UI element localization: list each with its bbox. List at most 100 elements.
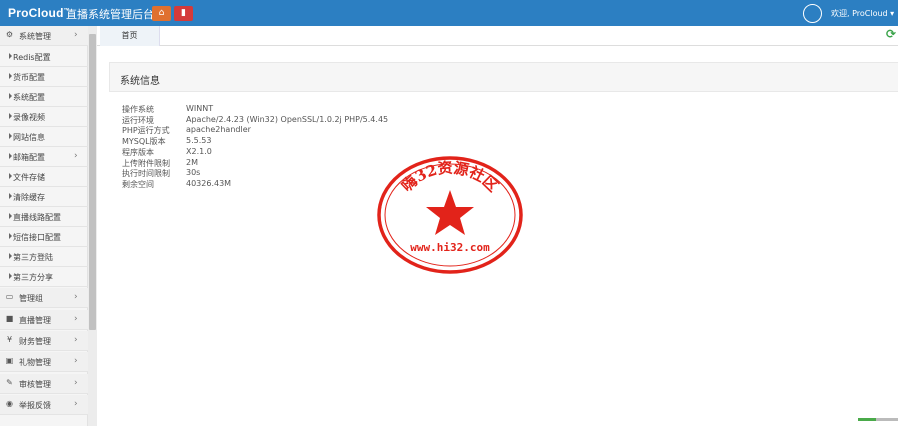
sidebar-item[interactable]: ■ 直播管理 › <box>0 310 88 330</box>
panel-header: 系统信息 <box>109 62 898 92</box>
sidebar-item-label: 举报反馈 <box>19 401 51 410</box>
sidebar-item-label: 网站信息 <box>13 133 45 142</box>
sidebar-item-label: 短信接口配置 <box>13 233 61 242</box>
chevron-right-icon: › <box>74 378 78 388</box>
sidebar-item-label: 直播线路配置 <box>13 213 61 222</box>
chevron-right-icon: › <box>74 335 78 345</box>
sidebar-scrollbar[interactable] <box>88 26 97 426</box>
sidebar-item[interactable]: 货币配置 <box>0 67 88 87</box>
sidebar-item[interactable]: 短信接口配置 <box>0 227 88 247</box>
info-value: apache2handler <box>186 125 251 135</box>
sidebar-item-label: 礼物管理 <box>19 358 51 367</box>
caret-right-icon <box>9 233 12 239</box>
caret-right-icon <box>9 133 12 139</box>
sidebar-item-label: 第三方分享 <box>13 273 53 282</box>
sidebar-item[interactable]: ▣ 礼物管理 › <box>0 352 88 372</box>
info-key: PHP运行方式 <box>122 126 170 136</box>
gift-icon: ▣ <box>5 356 14 365</box>
caret-right-icon <box>9 173 12 179</box>
comments-icon: ◉ <box>6 399 13 408</box>
cogs-icon: ⚙ <box>5 30 14 39</box>
sidebar-item-label: 管理组 <box>19 294 43 303</box>
caret-right-icon <box>9 213 12 219</box>
sidebar-item[interactable]: 第三方登陆 <box>0 247 88 267</box>
chevron-right-icon: › <box>74 399 78 409</box>
caret-right-icon <box>9 53 12 59</box>
info-key: 剩余空间 <box>122 179 154 189</box>
edit-icon: ✎ <box>6 378 13 387</box>
yen-icon: ¥ <box>6 335 13 344</box>
sidebar-item[interactable]: ▭ 管理组 › <box>0 288 88 308</box>
info-key: MYSQL版本 <box>122 137 166 147</box>
sidebar-item-label: 邮箱配置 <box>13 153 45 162</box>
avatar[interactable] <box>803 4 822 23</box>
sidebar-item[interactable]: 直播线路配置 <box>0 207 88 227</box>
refresh-icon[interactable]: ⟳ <box>886 27 898 41</box>
info-key: 执行时间限制 <box>122 169 170 179</box>
chevron-right-icon: › <box>74 151 78 161</box>
sidebar-item[interactable]: 录像视频 <box>0 107 88 127</box>
tab-bar: 首页 <box>97 26 898 46</box>
sidebar-item[interactable]: ◉ 举报反馈 › <box>0 395 88 415</box>
sidebar-item[interactable]: ⚙ 系统管理 › <box>0 26 88 46</box>
caret-right-icon <box>9 93 12 99</box>
caret-right-icon <box>9 253 12 259</box>
info-value: 2M <box>186 157 198 167</box>
trash-icon: ▮ <box>181 8 186 18</box>
home-button[interactable]: ⌂ <box>152 6 171 21</box>
caret-right-icon <box>9 153 12 159</box>
info-key: 上传附件限制 <box>122 158 170 168</box>
caret-right-icon <box>9 113 12 119</box>
chevron-right-icon: › <box>74 356 78 366</box>
sidebar-item[interactable]: 系统配置 <box>0 87 88 107</box>
info-key: 程序版本 <box>122 147 154 157</box>
info-value: X2.1.0 <box>186 146 212 156</box>
clear-button[interactable]: ▮ <box>174 6 193 21</box>
watermark-stamp: 嗨32资源社区 www.hi32.com <box>377 156 523 274</box>
info-key: 操作系统 <box>122 105 154 114</box>
brand-logo[interactable]: ProCloud™ <box>8 6 70 20</box>
sidebar-item-label: 货币配置 <box>13 73 45 82</box>
user-menu[interactable]: 欢迎, ProCloud ▾ <box>831 8 894 19</box>
video-icon: ■ <box>5 314 14 323</box>
status-indicator-track <box>876 418 898 421</box>
info-value: 30s <box>186 168 201 178</box>
info-value: 5.5.53 <box>186 136 212 146</box>
app-subtitle: 直播系统管理后台 <box>66 8 154 21</box>
info-value: Apache/2.4.23 (Win32) OpenSSL/1.0.2j PHP… <box>186 114 389 124</box>
chevron-right-icon: › <box>74 30 78 40</box>
desktop-icon: ▭ <box>5 292 14 301</box>
sidebar-item-label: 第三方登陆 <box>13 253 53 262</box>
info-value: 40326.43M <box>186 178 232 188</box>
info-value: WINNT <box>186 104 214 113</box>
panel-title: 系统信息 <box>120 76 160 87</box>
sidebar-item[interactable]: 文件存储 <box>0 167 88 187</box>
top-navbar: ProCloud™ 直播系统管理后台 ⌂ ▮ 欢迎, ProCloud ▾ <box>0 0 898 26</box>
sidebar-item-label: 系统管理 <box>19 32 51 41</box>
caret-right-icon <box>9 193 12 199</box>
stamp-url: www.hi32.com <box>410 241 490 254</box>
sidebar-item[interactable]: 网站信息 <box>0 127 88 147</box>
chevron-right-icon: › <box>74 292 78 302</box>
sidebar-item-label: 审核管理 <box>19 380 51 389</box>
stamp-star-icon <box>426 190 474 235</box>
info-key: 运行环境 <box>122 115 154 125</box>
scrollbar-thumb[interactable] <box>89 34 96 330</box>
sidebar-item[interactable]: ¥ 财务管理 › <box>0 331 88 351</box>
tab-home[interactable]: 首页 <box>100 26 160 46</box>
caret-right-icon <box>9 273 12 279</box>
caret-right-icon <box>9 73 12 79</box>
sidebar-item-label: 清除缓存 <box>13 193 45 202</box>
sidebar-item-label: 直播管理 <box>19 316 51 325</box>
sidebar-item[interactable]: 第三方分享 <box>0 267 88 287</box>
sidebar-item-label: 文件存储 <box>13 173 45 182</box>
sidebar-item-label: 财务管理 <box>19 337 51 346</box>
sidebar-item[interactable]: Redis配置 <box>0 47 88 67</box>
sidebar-item[interactable]: 邮箱配置 › <box>0 147 88 167</box>
sidebar-item[interactable]: ✎ 审核管理 › <box>0 374 88 394</box>
sidebar-item-label: 录像视频 <box>13 113 45 122</box>
sidebar-item[interactable]: 清除缓存 <box>0 187 88 207</box>
home-icon: ⌂ <box>158 8 165 18</box>
chevron-right-icon: › <box>74 314 78 324</box>
sidebar-item-label: 系统配置 <box>13 93 45 102</box>
